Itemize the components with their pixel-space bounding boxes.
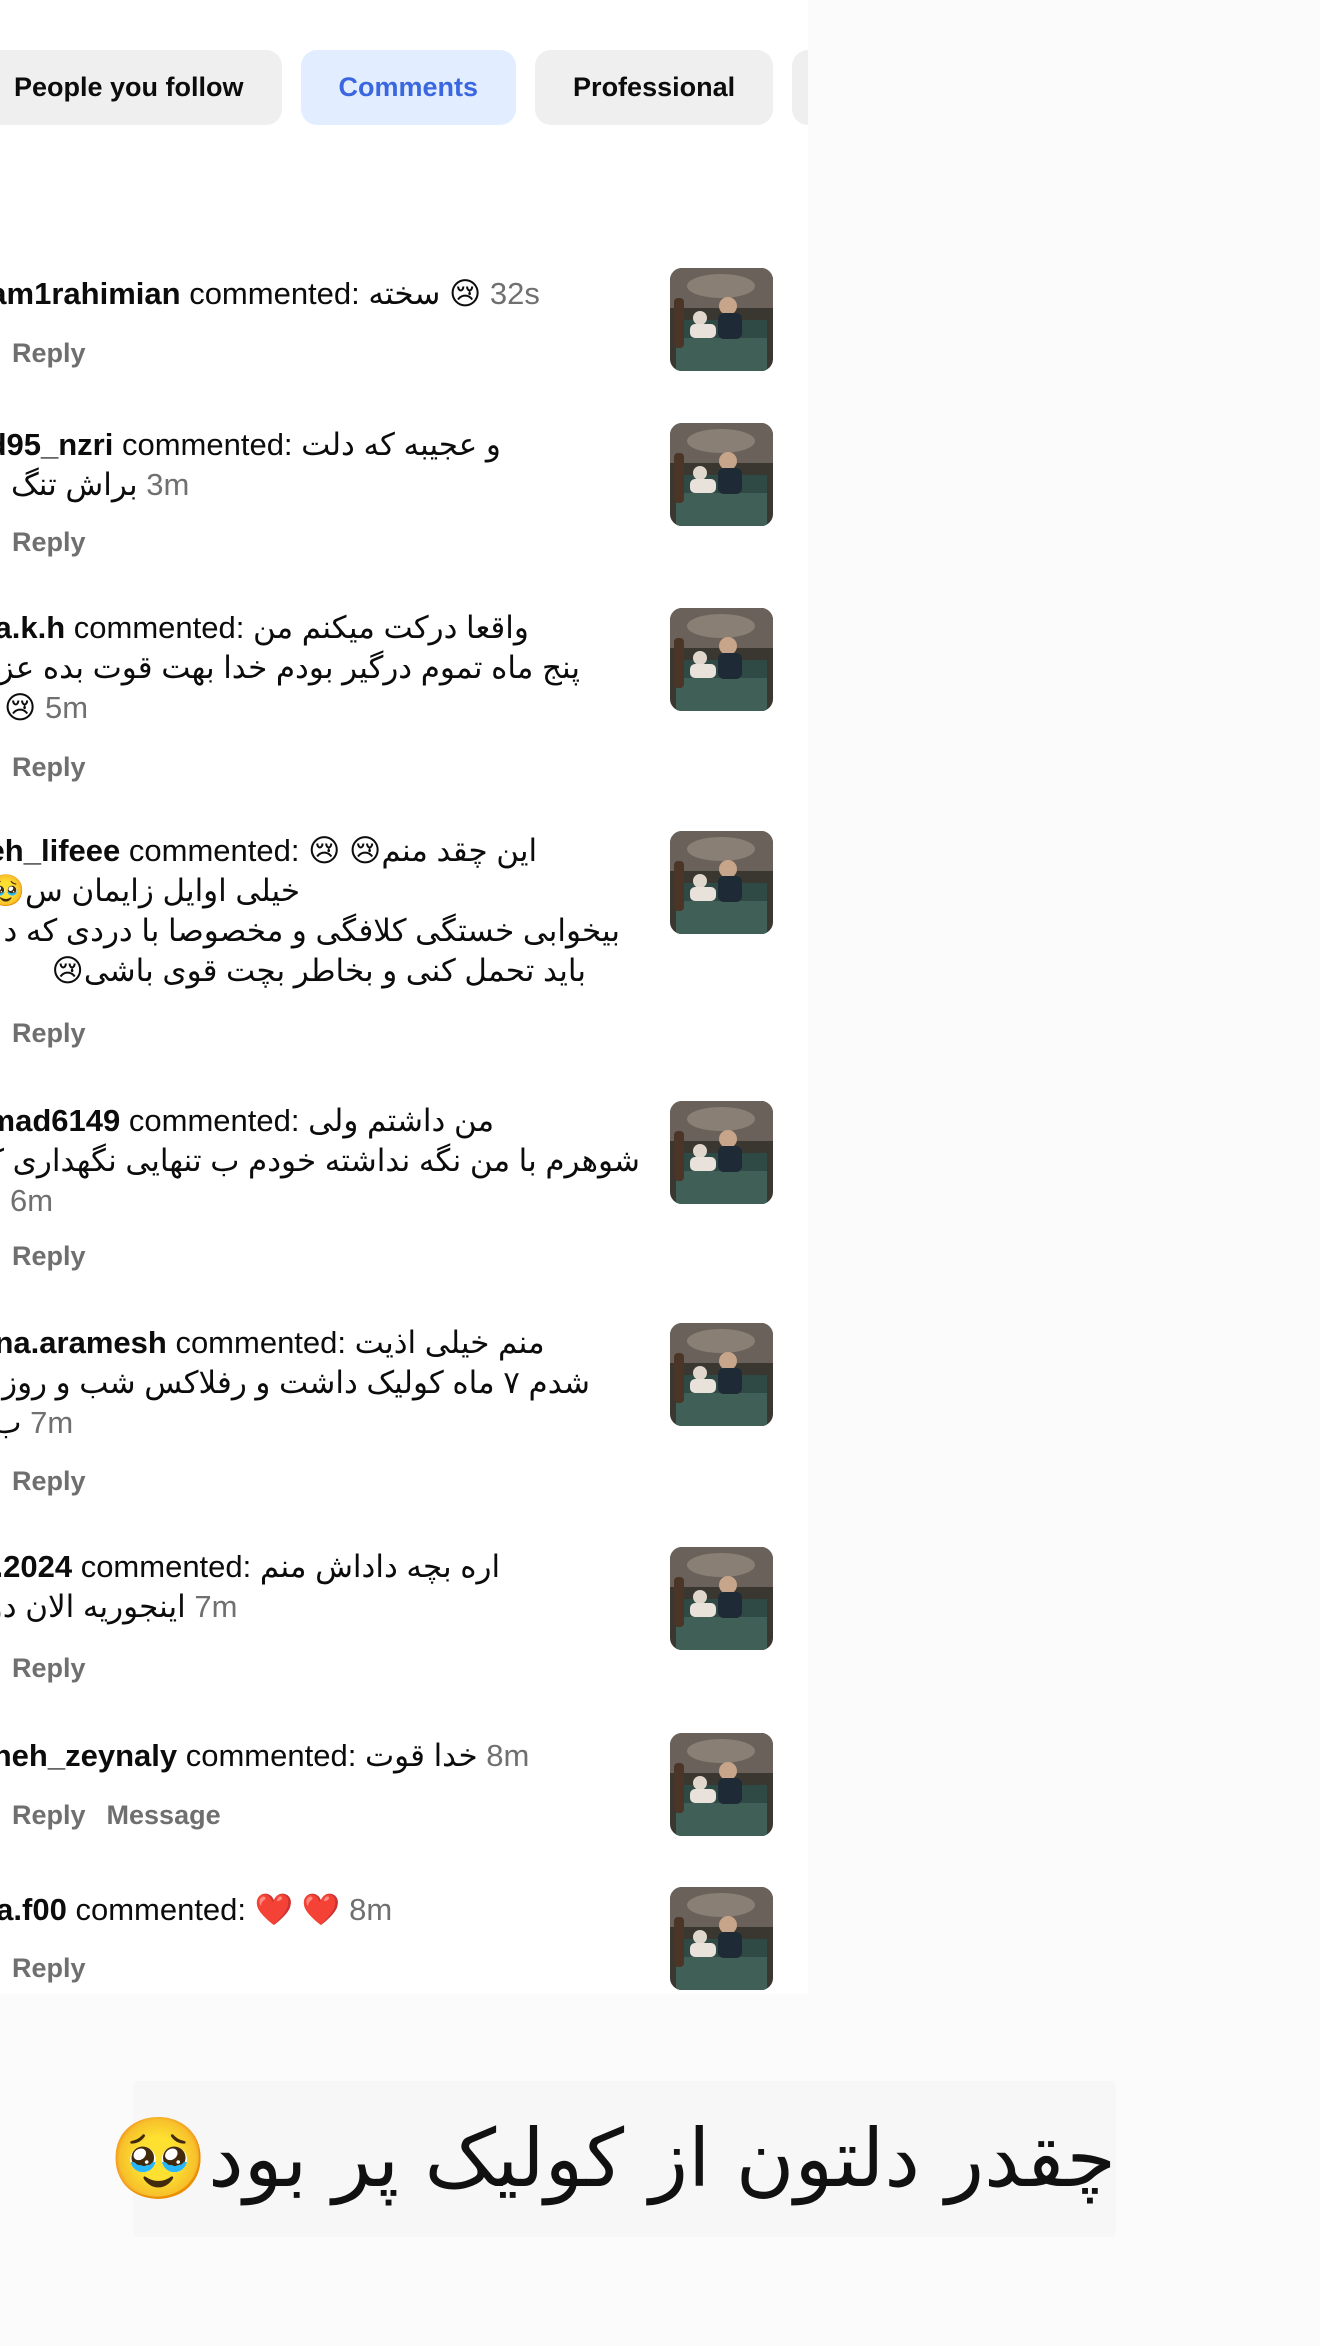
comment-text: ryam1rahimian commented: 😢 سخته 32s bbox=[0, 274, 648, 314]
comment-body-line: شوهرم با من نگه نداشته خودم ب تنهایی نگه… bbox=[0, 1143, 640, 1178]
comment-verb: commented: bbox=[128, 1103, 300, 1138]
comment-text: ideh_lifeee commented: این چقد منم😢 😢 خی… bbox=[0, 831, 648, 991]
comment-text: rzd95_nzri commented: و عجیبه که دلت برا… bbox=[0, 425, 648, 505]
comment-verb: commented: bbox=[185, 1738, 357, 1773]
reply-button[interactable]: Reply bbox=[12, 1466, 86, 1497]
comment-verb: commented: bbox=[128, 833, 300, 868]
tab-people-you-follow[interactable]: People you follow bbox=[0, 50, 282, 125]
post-thumbnail[interactable] bbox=[670, 1733, 773, 1836]
comment-time: 8m bbox=[349, 1892, 393, 1927]
comment-body-line: اینجوریه الان دو م bbox=[0, 1589, 186, 1624]
comment-verb: commented: bbox=[75, 1892, 247, 1927]
reply-button[interactable]: Reply bbox=[12, 1953, 86, 1984]
comment-username[interactable]: ideh_lifeee bbox=[0, 833, 120, 868]
comment-username[interactable]: aya.k.h bbox=[0, 610, 65, 645]
comment-body-line: بیخوابی خستگی کلافگی و مخصوصا با دردی که… bbox=[3, 913, 620, 948]
post-thumbnail[interactable] bbox=[670, 423, 773, 526]
comment-time: 8m bbox=[486, 1738, 530, 1773]
comment-body-line: و عجیبه که دلت bbox=[301, 427, 501, 462]
comment-text: vana.aramesh commented: منم خیلی اذیت شد… bbox=[0, 1323, 648, 1443]
video-caption: چقدر دلتون از کولیک پر بود🥹 bbox=[108, 2112, 1116, 2205]
comment-username[interactable]: .hmad6149 bbox=[0, 1103, 120, 1138]
comment-body-line: 😢 bbox=[4, 690, 37, 725]
message-button[interactable]: Message bbox=[107, 1800, 221, 1831]
reply-button[interactable]: Reply bbox=[12, 1018, 86, 1049]
comment-body-line: ❤️ ❤️ bbox=[254, 1892, 341, 1927]
reply-button[interactable]: Reply bbox=[12, 752, 86, 783]
comment-verb: commented: bbox=[80, 1549, 252, 1584]
comment-username[interactable]: ryam1rahimian bbox=[0, 276, 181, 311]
comment-text: aya.k.h commented: واقعا درکت میکنم من پ… bbox=[0, 608, 648, 728]
comment-time: 7m bbox=[30, 1405, 74, 1440]
comment-text: .d.a.f00 commented: ❤️ ❤️ 8m bbox=[0, 1890, 648, 1930]
comment-body-line: 😢 سخته bbox=[368, 276, 482, 311]
post-thumbnail[interactable] bbox=[670, 608, 773, 711]
comment-body-line: واقعا درکت میکنم من bbox=[252, 610, 529, 645]
comment-time: 3m bbox=[146, 467, 190, 502]
comment-username[interactable]: zaneh_zeynaly bbox=[0, 1738, 177, 1773]
comment-body-line: شدم ۷ ماه کولیک داشت و رفلاکس شب و روز ب bbox=[0, 1365, 590, 1400]
tab-next[interactable] bbox=[792, 50, 808, 125]
comment-time: 32s bbox=[489, 276, 540, 311]
post-thumbnail[interactable] bbox=[670, 268, 773, 371]
comment-username[interactable]: rzd95_nzri bbox=[0, 427, 113, 462]
post-thumbnail[interactable] bbox=[670, 831, 773, 934]
caption-box: چقدر دلتون از کولیک پر بود🥹 bbox=[108, 2081, 1116, 2237]
reply-button[interactable]: Reply bbox=[12, 527, 86, 558]
reply-button[interactable]: Reply bbox=[12, 338, 86, 369]
comment-verb: commented: bbox=[121, 427, 293, 462]
comment-body-line: این چقد منم😢 😢 bbox=[308, 833, 538, 868]
reply-button[interactable]: Reply bbox=[12, 1653, 86, 1684]
comment-body-line: ب😢 bbox=[0, 1405, 22, 1440]
comment-text: .hmad6149 commented: من داشتم ولی شوهرم … bbox=[0, 1101, 648, 1221]
post-thumbnail[interactable] bbox=[670, 1547, 773, 1650]
comment-body-line: پنج ماه تموم درگیر بودم خدا بهت قوت بده … bbox=[0, 650, 580, 685]
comment-time: 6m bbox=[10, 1183, 54, 1218]
comment-time: 7m bbox=[194, 1589, 238, 1624]
reply-button[interactable]: Reply bbox=[12, 1241, 86, 1272]
comment-text: zaneh_zeynaly commented: خدا قوت 8m bbox=[0, 1736, 648, 1776]
comment-username[interactable]: .d.a.f00 bbox=[0, 1892, 67, 1927]
post-thumbnail[interactable] bbox=[670, 1101, 773, 1204]
comment-verb: commented: bbox=[73, 610, 245, 645]
reply-button[interactable]: Reply bbox=[12, 1800, 86, 1831]
comment-body-line: براش تنگ می bbox=[0, 467, 138, 502]
comment-body-line: اره بچه داداش منم bbox=[259, 1549, 501, 1584]
comment-body-line: منم خیلی اذیت bbox=[354, 1325, 545, 1360]
comment-verb: commented: bbox=[189, 276, 360, 311]
post-thumbnail[interactable] bbox=[670, 1887, 773, 1990]
comment-time: 5m bbox=[44, 690, 89, 725]
comment-body-line: خدا قوت bbox=[364, 1738, 478, 1773]
activity-panel: People you follow Comments Professional … bbox=[0, 0, 808, 1994]
comment-body-line: خیلی اوایل زایمان س🥹 bbox=[0, 873, 300, 908]
post-thumbnail[interactable] bbox=[670, 1323, 773, 1426]
comment-body-line: من داشتم ولی bbox=[308, 1103, 495, 1138]
comment-verb: commented: bbox=[175, 1325, 347, 1360]
comment-username[interactable]: _s.2024 bbox=[0, 1549, 72, 1584]
comment-username[interactable]: vana.aramesh bbox=[0, 1325, 167, 1360]
comment-text: _s.2024 commented: اره بچه داداش منم این… bbox=[0, 1547, 648, 1627]
comment-body-line: باید تحمل کنی و بخاطر بچت قوی باشی😢 bbox=[51, 953, 586, 988]
filter-tabs: People you follow Comments Professional bbox=[0, 50, 808, 125]
tab-comments[interactable]: Comments bbox=[300, 50, 517, 125]
tab-professional[interactable]: Professional bbox=[535, 50, 774, 125]
